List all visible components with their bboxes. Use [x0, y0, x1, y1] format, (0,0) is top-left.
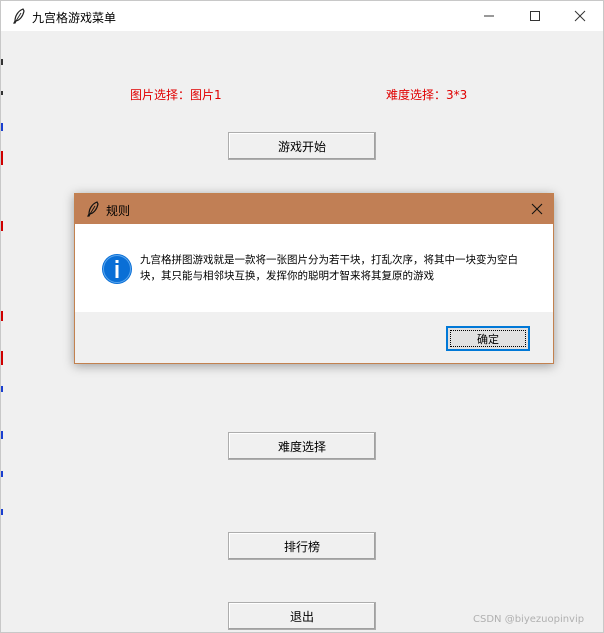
window-titlebar[interactable]: 九宫格游戏菜单	[1, 1, 603, 31]
start-game-button[interactable]: 游戏开始	[228, 132, 376, 160]
feather-icon	[87, 201, 99, 217]
close-button[interactable]	[557, 1, 603, 31]
feather-icon	[13, 8, 25, 24]
minimize-button[interactable]	[466, 1, 512, 31]
difficulty-selection-label: 难度选择：3*3	[386, 88, 468, 102]
leaderboard-button[interactable]: 排行榜	[228, 532, 376, 560]
dialog-message: 九宫格拼图游戏就是一款将一张图片分为若干块，打乱次序，将其中一块变为空白块，其只…	[140, 254, 518, 282]
dialog-close-button[interactable]	[520, 194, 553, 224]
image-selection-label: 图片选择：图片1	[130, 88, 222, 102]
focus-ring	[450, 330, 526, 347]
difficulty-select-button[interactable]: 难度选择	[228, 432, 376, 460]
maximize-button[interactable]	[512, 1, 558, 31]
ok-button[interactable]: 确定	[446, 326, 530, 351]
dialog-title: 规则	[106, 204, 131, 218]
watermark: CSDN @biyezuopinvip	[473, 614, 585, 625]
dialog-titlebar[interactable]: 规则	[75, 194, 553, 224]
rules-dialog: 规则 九宫格拼图游戏就是一款将一张图片分为若干块，打乱次序，将其中一块变为空白块…	[74, 193, 554, 364]
close-icon	[531, 203, 542, 215]
window-title: 九宫格游戏菜单	[32, 11, 117, 25]
minimize-icon	[484, 15, 494, 17]
dialog-body: 九宫格拼图游戏就是一款将一张图片分为若干块，打乱次序，将其中一块变为空白块，其只…	[75, 224, 553, 312]
exit-button[interactable]: 退出	[228, 602, 376, 630]
left-edge-artifacts	[1, 31, 4, 631]
maximize-icon	[530, 11, 540, 21]
main-window: 九宫格游戏菜单 图片选择：图片1 难度选择：3*3 游戏开始 难度选择 排行榜 …	[0, 0, 604, 633]
info-icon	[102, 254, 132, 284]
close-icon	[574, 10, 586, 22]
